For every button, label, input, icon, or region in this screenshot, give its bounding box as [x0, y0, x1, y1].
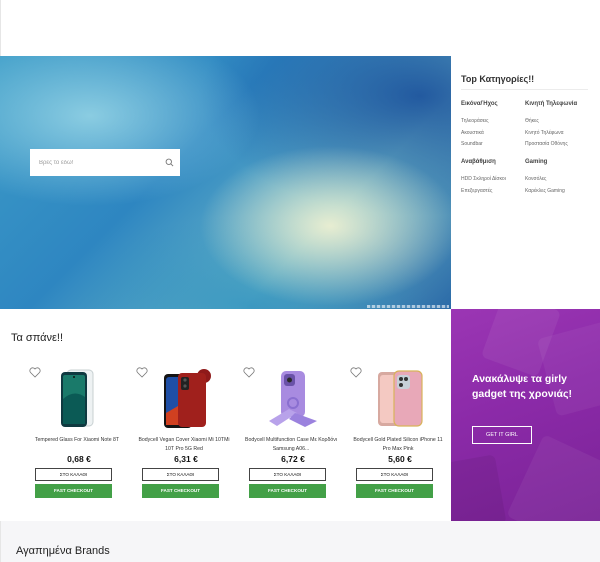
product-name[interactable]: Bodycell Gold Plated Silicon iPhone 11 P…	[352, 436, 444, 454]
fast-checkout-button[interactable]: FAST CHECKOUT	[249, 484, 326, 498]
product-name[interactable]: Bodycell Vegan Cover Xiaomi Mi 10TMi 10T…	[138, 436, 230, 454]
top-header	[0, 0, 600, 56]
product-image[interactable]	[160, 369, 212, 429]
search-icon[interactable]	[164, 158, 174, 168]
category-link[interactable]: Καρέκλες Gaming	[525, 188, 565, 200]
category-heading[interactable]: Gaming	[525, 159, 565, 176]
heart-icon[interactable]	[350, 365, 362, 378]
category-link[interactable]: Θήκες	[525, 118, 577, 130]
slider-dots[interactable]	[367, 305, 449, 308]
hero-banner	[0, 56, 451, 309]
add-to-cart-button[interactable]: ΣΤΟ ΚΑΛΑΘΙ	[356, 468, 433, 481]
category-link[interactable]: Κινητό Τηλέφωνα	[525, 130, 577, 142]
search-box	[30, 149, 180, 176]
fast-checkout-button[interactable]: FAST CHECKOUT	[142, 484, 219, 498]
heart-icon[interactable]	[29, 365, 41, 378]
promo-banner: Ανακάλυψε τα girly gadget της χρονιάς! G…	[451, 309, 600, 521]
category-link[interactable]: Soundbar	[461, 141, 498, 153]
category-heading[interactable]: Αναβάθμιση	[461, 159, 506, 176]
category-link[interactable]: HDD Σκληροί Δίσκοι	[461, 176, 506, 188]
category-link[interactable]: Ακουστικά	[461, 130, 498, 142]
category-heading[interactable]: Κινητή Τηλεφωνία	[525, 101, 577, 118]
fast-checkout-button[interactable]: FAST CHECKOUT	[356, 484, 433, 498]
deals-section: Τα σπάνε!! Tempered Glass For Xiaomi Not…	[0, 309, 450, 521]
category-column-image-sound: Εικόνα/Ήχος Τηλεοράσεις Ακουστικά Soundb…	[461, 101, 498, 153]
deals-title: Τα σπάνε!!	[11, 332, 64, 344]
brands-section: Αγαπημένα Brands	[0, 521, 600, 562]
product-price: 6,72 €	[281, 454, 305, 464]
category-link[interactable]: Επεξεργαστές	[461, 188, 506, 200]
search-input[interactable]	[37, 158, 164, 167]
product-name[interactable]: Bodycell Multifunction Case Με Κορδόνι S…	[245, 436, 337, 454]
product-name[interactable]: Tempered Glass For Xiaomi Note 8T	[31, 436, 123, 445]
categories-title: Top Κατηγορίες!!	[461, 74, 535, 84]
category-link[interactable]: Προστασία Οθόνης	[525, 141, 577, 153]
category-link[interactable]: Τηλεοράσεις	[461, 118, 498, 130]
promo-decoration	[451, 309, 600, 521]
divider	[461, 89, 588, 90]
product-image[interactable]	[53, 369, 105, 429]
product-image[interactable]	[267, 369, 319, 429]
add-to-cart-button[interactable]: ΣΤΟ ΚΑΛΑΘΙ	[249, 468, 326, 481]
top-categories-panel: Top Κατηγορίες!! Εικόνα/Ήχος Τηλεοράσεις…	[451, 56, 600, 309]
product-price: 0,68 €	[67, 454, 91, 464]
category-column-mobile: Κινητή Τηλεφωνία Θήκες Κινητό Τηλέφωνα Π…	[525, 101, 577, 153]
heart-icon[interactable]	[136, 365, 148, 378]
product-image[interactable]	[374, 369, 426, 429]
fast-checkout-button[interactable]: FAST CHECKOUT	[35, 484, 112, 498]
category-link[interactable]: Κονσόλες	[525, 176, 565, 188]
product-price: 6,31 €	[174, 454, 198, 464]
category-column-upgrade: Αναβάθμιση HDD Σκληροί Δίσκοι Επεξεργαστ…	[461, 159, 506, 199]
heart-icon[interactable]	[243, 365, 255, 378]
product-price: 5,60 €	[388, 454, 412, 464]
add-to-cart-button[interactable]: ΣΤΟ ΚΑΛΑΘΙ	[142, 468, 219, 481]
category-heading[interactable]: Εικόνα/Ήχος	[461, 101, 498, 118]
get-it-girl-button[interactable]: GET IT GIRL	[472, 426, 532, 444]
category-column-gaming: Gaming Κονσόλες Καρέκλες Gaming	[525, 159, 565, 199]
add-to-cart-button[interactable]: ΣΤΟ ΚΑΛΑΘΙ	[35, 468, 112, 481]
promo-text: Ανακάλυψε τα girly gadget της χρονιάς!	[472, 373, 572, 400]
brands-title: Αγαπημένα Brands	[16, 545, 110, 557]
